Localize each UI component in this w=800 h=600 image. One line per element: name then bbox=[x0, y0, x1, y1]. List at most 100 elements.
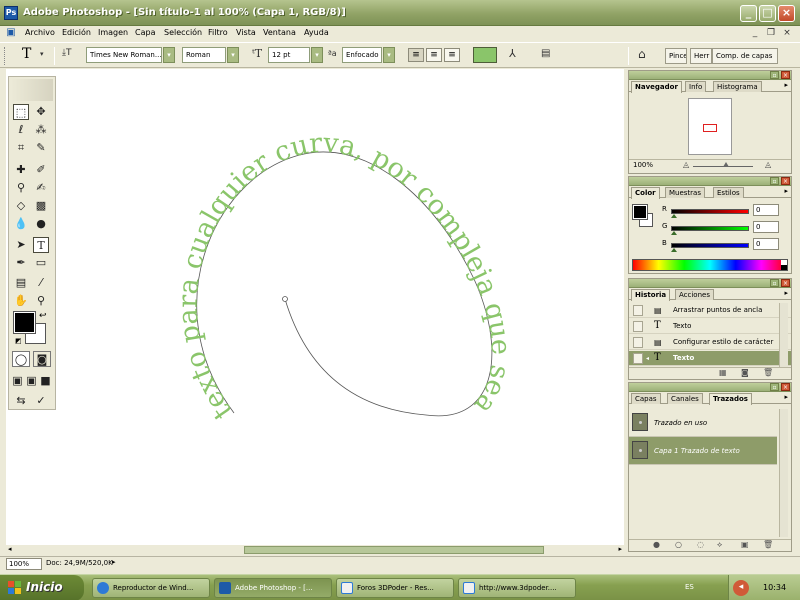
new-snapshot-icon[interactable]: ◙ bbox=[741, 368, 749, 377]
history-item[interactable]: ▤ Arrastrar puntos de ancla bbox=[629, 303, 791, 318]
new-path-icon[interactable]: ▣ bbox=[741, 540, 749, 549]
history-item[interactable]: T Texto bbox=[629, 319, 791, 334]
menu-capa[interactable]: Capa bbox=[135, 28, 155, 37]
start-button[interactable]: Inicio bbox=[0, 575, 84, 600]
healing-brush-tool-icon[interactable]: ✚ bbox=[13, 162, 29, 178]
tab-capas[interactable]: Capas bbox=[631, 393, 661, 404]
move-tool-icon[interactable]: ✥ bbox=[33, 104, 49, 120]
imageready-icon[interactable]: ⇆ bbox=[13, 393, 29, 409]
gradient-tool-icon[interactable]: ▩ bbox=[33, 198, 49, 214]
clone-stamp-tool-icon[interactable]: ⚲ bbox=[13, 180, 29, 196]
foreground-color-swatch[interactable] bbox=[13, 311, 36, 334]
zoom-tool-icon[interactable]: ⚲ bbox=[33, 293, 49, 309]
slice-tool-icon[interactable]: ✎ bbox=[33, 140, 49, 156]
photoshop-app-icon[interactable]: Ps bbox=[4, 6, 18, 20]
antialias-arrow-icon[interactable]: ▾ bbox=[383, 47, 395, 63]
channel-value[interactable]: 0 bbox=[753, 238, 779, 250]
history-brush-source[interactable] bbox=[633, 353, 643, 364]
text-tool-icon[interactable]: T bbox=[22, 46, 31, 62]
history-state-slider-icon[interactable]: ◂ bbox=[646, 355, 649, 362]
history-brush-source[interactable] bbox=[633, 321, 643, 332]
menu-seleccion[interactable]: Selección bbox=[164, 28, 202, 37]
slider-handle[interactable] bbox=[671, 214, 677, 218]
slider-handle[interactable] bbox=[671, 231, 677, 235]
warp-text-icon[interactable]: ⅄ bbox=[509, 47, 516, 60]
tool-preset-arrow-icon[interactable]: ▾ bbox=[40, 50, 44, 58]
tab-canales[interactable]: Canales bbox=[667, 393, 703, 404]
zoom-out-icon[interactable]: ◬ bbox=[683, 160, 689, 169]
zoom-slider-knob[interactable] bbox=[723, 162, 729, 167]
doc-close-icon[interactable]: × bbox=[780, 28, 794, 40]
black-white-ramp[interactable] bbox=[781, 260, 787, 270]
document-icon[interactable]: ▣ bbox=[4, 28, 18, 40]
full-screen-icon[interactable]: ■ bbox=[39, 373, 52, 389]
history-brush-source[interactable] bbox=[633, 337, 643, 348]
panel-menu-icon[interactable]: ▸ bbox=[784, 393, 788, 401]
maximize-button[interactable]: □ bbox=[759, 5, 776, 22]
path-item-selected[interactable]: Capa 1 Trazado de texto bbox=[629, 437, 777, 465]
standard-mode-icon[interactable]: ◯ bbox=[12, 351, 30, 367]
align-center-button[interactable]: ≡ bbox=[426, 48, 442, 62]
font-style-select[interactable]: Roman bbox=[182, 47, 226, 63]
task-foros-3dpoder[interactable]: Foros 3DPoder - Res... bbox=[336, 578, 454, 598]
magic-wand-tool-icon[interactable]: ⁂ bbox=[33, 122, 49, 138]
brush-tool-icon[interactable]: ✐ bbox=[33, 162, 49, 178]
delete-path-icon[interactable]: 🗑 bbox=[763, 540, 773, 549]
history-brush-source[interactable] bbox=[633, 305, 643, 316]
menu-ayuda[interactable]: Ayuda bbox=[304, 28, 329, 37]
menu-ventana[interactable]: Ventana bbox=[263, 28, 296, 37]
horizontal-scrollbar[interactable]: ◂ ▸ bbox=[6, 545, 624, 555]
pen-tool-icon[interactable]: ✒ bbox=[13, 255, 29, 271]
new-document-from-state-icon[interactable]: ▦ bbox=[719, 368, 727, 377]
well-brushes[interactable]: Pince bbox=[665, 48, 687, 64]
panel-titlebar[interactable]: ▫ × bbox=[629, 177, 791, 186]
panel-minimize-icon[interactable]: ▫ bbox=[770, 383, 779, 391]
eyedropper-tool-icon[interactable]: ⁄ bbox=[33, 275, 49, 291]
tab-acciones[interactable]: Acciones bbox=[675, 289, 714, 300]
menu-vista[interactable]: Vista bbox=[236, 28, 256, 37]
swap-colors-icon[interactable]: ↩ bbox=[39, 311, 47, 321]
panel-close-icon[interactable]: × bbox=[781, 177, 790, 185]
text-color-swatch[interactable] bbox=[473, 47, 497, 63]
font-size-arrow-icon[interactable]: ▾ bbox=[311, 47, 323, 63]
scroll-left-icon[interactable]: ◂ bbox=[8, 545, 12, 553]
file-browser-icon[interactable]: ⌂ bbox=[638, 47, 646, 61]
photoshop-feather-icon[interactable] bbox=[11, 79, 53, 101]
type-tool-icon[interactable]: T bbox=[33, 237, 49, 253]
path-item[interactable]: Trazado en uso bbox=[629, 409, 777, 437]
well-layer-comps[interactable]: Comp. de capas bbox=[712, 48, 778, 64]
slider-handle[interactable] bbox=[671, 248, 677, 252]
tab-navegador[interactable]: Navegador bbox=[631, 81, 682, 93]
history-scrollbar[interactable] bbox=[779, 303, 788, 367]
panel-menu-icon[interactable]: ▸ bbox=[784, 289, 788, 297]
text-orientation-icon[interactable]: ⤓T bbox=[62, 48, 71, 58]
doc-minimize-icon[interactable]: _ bbox=[748, 28, 762, 40]
canvas-drawing[interactable]: texto para cualquier curva, por compleja… bbox=[6, 69, 624, 545]
clock[interactable]: 10:34 bbox=[763, 583, 786, 592]
language-indicator[interactable]: ES bbox=[685, 583, 694, 591]
curved-text[interactable]: texto para cualquier curva, por compleja… bbox=[173, 128, 516, 425]
font-family-arrow-icon[interactable]: ▾ bbox=[163, 47, 175, 63]
task-3dpoder-url[interactable]: http://www.3dpoder.... bbox=[458, 578, 576, 598]
palettes-toggle-icon[interactable]: ▤ bbox=[541, 48, 550, 59]
tab-histograma[interactable]: Histograma bbox=[713, 81, 762, 92]
scroll-thumb[interactable] bbox=[244, 546, 544, 554]
menu-imagen[interactable]: Imagen bbox=[98, 28, 128, 37]
zoom-field[interactable]: 100% bbox=[6, 558, 42, 570]
panel-minimize-icon[interactable]: ▫ bbox=[770, 71, 779, 79]
font-family-select[interactable]: Times New Roman... bbox=[86, 47, 162, 63]
channel-value[interactable]: 0 bbox=[753, 204, 779, 216]
slider-track[interactable] bbox=[671, 243, 749, 248]
menu-edicion[interactable]: Edición bbox=[62, 28, 91, 37]
make-work-path-icon[interactable]: ⟡ bbox=[717, 540, 722, 550]
trash-icon[interactable]: 🗑 bbox=[763, 368, 773, 377]
document-canvas[interactable]: texto para cualquier curva, por compleja… bbox=[6, 69, 624, 545]
align-right-button[interactable]: ≡ bbox=[444, 48, 460, 62]
stroke-path-icon[interactable]: ○ bbox=[675, 540, 682, 549]
tab-muestras[interactable]: Muestras bbox=[665, 187, 705, 198]
crop-tool-icon[interactable]: ⌗ bbox=[13, 140, 29, 156]
options-grip[interactable] bbox=[4, 47, 7, 65]
slider-track[interactable] bbox=[671, 226, 749, 231]
hand-tool-icon[interactable]: ✋ bbox=[13, 293, 29, 309]
panel-close-icon[interactable]: × bbox=[781, 279, 790, 287]
